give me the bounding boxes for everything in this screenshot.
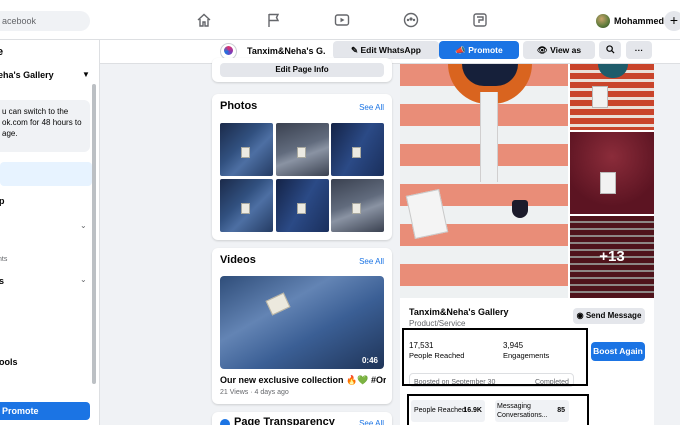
video-thumbnail[interactable]: 0:46 (220, 276, 384, 369)
videos-see-all-link[interactable]: See All (359, 257, 384, 266)
photo-thumbnail[interactable] (331, 179, 384, 232)
more-options-button[interactable]: ··· (626, 41, 652, 59)
promote-button[interactable]: 📣 Promote (439, 41, 519, 59)
caret-down-icon: ▼ (82, 70, 90, 79)
eye-icon: 👁 (536, 45, 548, 55)
search-icon (605, 45, 615, 54)
gaming-icon[interactable] (472, 12, 488, 28)
photo-thumbnail[interactable] (220, 123, 273, 176)
photos-card: Photos See All (212, 94, 392, 240)
page-switcher-label: eha's Gallery (0, 70, 54, 80)
annotation-box (407, 394, 589, 425)
chevron-down-icon[interactable]: ⌄ (80, 221, 87, 230)
transparency-title: Page Transparency (234, 416, 335, 425)
photos-title: Photos (220, 100, 258, 112)
photo-thumbnail[interactable] (276, 179, 329, 232)
messenger-icon: ◉ (576, 311, 584, 320)
megaphone-icon: 📣 (455, 45, 466, 55)
home-icon[interactable] (196, 12, 212, 28)
post-photo-thumbnail[interactable] (570, 64, 654, 130)
page-transparency-card: Page Transparency See All (212, 412, 392, 425)
pages-flag-icon[interactable] (266, 12, 282, 28)
search-input[interactable]: acebook (0, 11, 90, 31)
edit-whatsapp-button[interactable]: ✎ Edit WhatsApp (333, 41, 439, 59)
search-button[interactable] (599, 41, 621, 59)
panel-scrollbar[interactable] (92, 84, 96, 384)
video-meta: 21 Views · 4 days ago (220, 389, 289, 396)
sidebar-item-selected[interactable] (0, 162, 92, 186)
post-photo-thumbnail[interactable] (570, 132, 654, 214)
groups-icon[interactable] (403, 12, 419, 28)
profile-name: Mohammed (614, 16, 665, 26)
page-info-card: Edit Page Info (212, 58, 392, 82)
photos-see-all-link[interactable]: See All (359, 103, 384, 112)
transparency-see-all-link[interactable]: See All (359, 419, 384, 425)
switch-notice: u can switch to the ok.com for 48 hours … (0, 100, 90, 152)
boost-again-button[interactable]: Boost Again (591, 342, 645, 361)
videos-card: Videos See All 0:46 Our new exclusive co… (212, 248, 392, 404)
more-photos-count: +13 (570, 216, 654, 298)
pencil-icon: ✎ (351, 45, 359, 55)
post-page-category: Product/Service (409, 319, 466, 328)
sidebar-item-p[interactable]: p (0, 196, 5, 206)
panel-title: e (0, 46, 4, 58)
sidebar-item-s[interactable]: s (0, 276, 4, 286)
avatar (596, 14, 610, 28)
post-page-name[interactable]: Tanxim&Neha's Gallery (409, 307, 509, 317)
left-management-panel: e eha's Gallery ▼ u can switch to the ok… (0, 40, 100, 425)
edit-page-info-button[interactable]: Edit Page Info (220, 63, 384, 77)
post-main-photo[interactable] (400, 64, 568, 298)
sidebar-section-label: nts (0, 256, 8, 263)
videos-title: Videos (220, 254, 256, 266)
send-message-button[interactable]: ◉ Send Message (573, 308, 645, 324)
page-name[interactable]: Tanxim&Neha's G... (247, 46, 325, 56)
photo-thumbnail[interactable] (331, 123, 384, 176)
chevron-down-icon[interactable]: ⌄ (80, 275, 87, 284)
globe-icon (220, 419, 230, 425)
watch-video-icon[interactable] (334, 12, 350, 28)
video-title[interactable]: Our new exclusive collection 🔥💚 #Ord... (220, 375, 386, 386)
video-duration: 0:46 (361, 356, 378, 365)
promote-button[interactable]: Promote (0, 402, 90, 420)
sidebar-item-tools[interactable]: ools (0, 357, 18, 367)
photo-thumbnail[interactable] (276, 123, 329, 176)
post-photo-thumbnail[interactable]: +13 (570, 216, 654, 298)
page-switcher[interactable]: eha's Gallery ▼ (0, 70, 90, 80)
annotation-box (402, 328, 588, 386)
view-as-visitor-button[interactable]: 👁 View as Visitor (523, 41, 595, 73)
top-navigation-bar: acebook Mohammed + (0, 0, 680, 40)
create-button[interactable]: + (664, 11, 680, 31)
photo-thumbnail[interactable] (220, 179, 273, 232)
profile-button[interactable]: Mohammed (596, 13, 664, 29)
